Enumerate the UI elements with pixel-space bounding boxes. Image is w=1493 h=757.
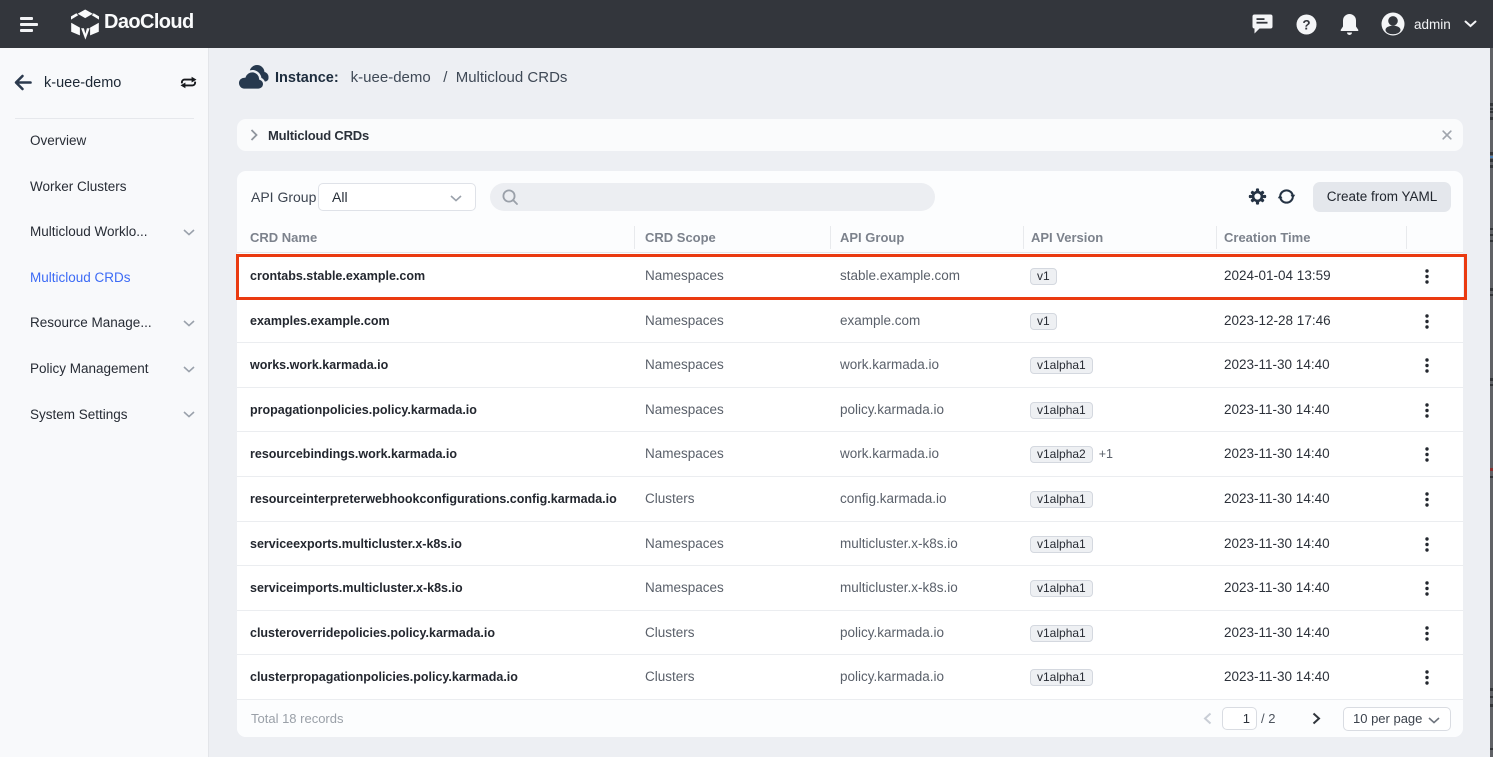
svg-text:?: ? — [1302, 17, 1310, 32]
